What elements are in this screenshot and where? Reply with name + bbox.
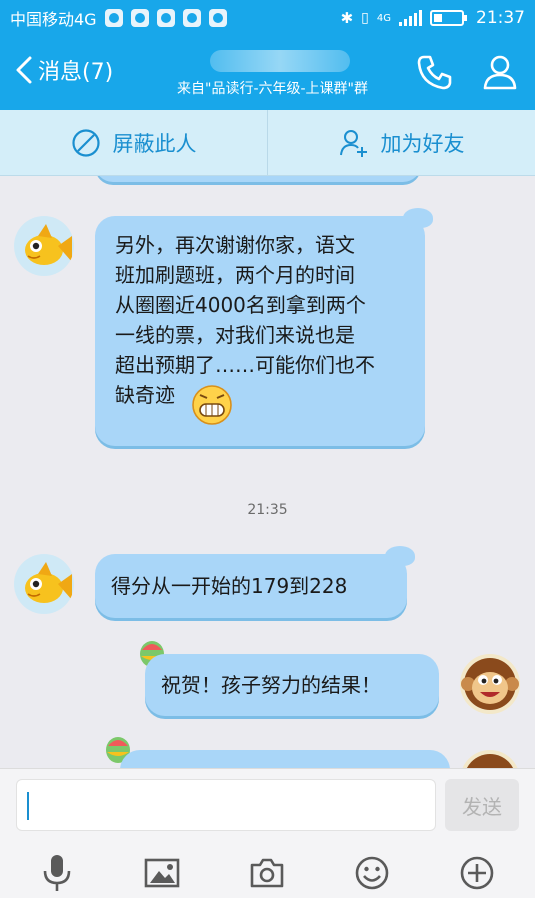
emoji-icon: [355, 856, 389, 890]
network-type-label: 4G: [376, 12, 391, 24]
input-bar: 发送: [0, 768, 535, 898]
vibrate-icon: ▯: [361, 10, 369, 26]
camera-button[interactable]: [245, 851, 289, 895]
fish-avatar-icon: [25, 562, 72, 603]
text-cursor: [27, 792, 29, 820]
call-button[interactable]: [414, 52, 454, 92]
sender-avatar[interactable]: [14, 216, 74, 276]
person-icon: [483, 55, 517, 90]
monkey-avatar-icon: [466, 754, 514, 768]
message-timestamp: 21:35: [247, 502, 288, 518]
fish-avatar-icon: [25, 224, 72, 265]
message-bubble[interactable]: 另外，再次谢谢你家，语文 班加刷题班，两个月的时间 从圈圈近4000名到拿到两个…: [95, 208, 433, 446]
profile-button[interactable]: [480, 52, 520, 92]
action-bar: 屏蔽此人 加为好友: [0, 110, 535, 176]
microphone-icon: [43, 855, 71, 891]
status-icons: ✱ ▯ 4G 21:37: [341, 8, 525, 28]
voice-button[interactable]: [35, 851, 79, 895]
grin-emoji-icon: [192, 385, 232, 425]
chat-title: [210, 50, 350, 72]
image-icon: [144, 858, 180, 888]
bubble-decoration: [403, 208, 433, 228]
block-user-button[interactable]: 屏蔽此人: [0, 110, 267, 175]
message-bubble-self[interactable]: [120, 750, 450, 768]
status-bar: 中国移动4G ✱ ▯ 4G 21:37: [0, 0, 535, 36]
notification-icon: [130, 9, 149, 27]
input-toolbar: [0, 849, 535, 898]
message-bubble-partial[interactable]: [95, 176, 421, 182]
add-friend-icon: [339, 129, 367, 157]
message-text: 祝贺！孩子努力的结果！: [161, 673, 381, 697]
chat-area[interactable]: 另外，再次谢谢你家，语文 班加刷题班，两个月的时间 从圈圈近4000名到拿到两个…: [0, 176, 535, 768]
message-text: 另外，再次谢谢你家，语文 班加刷题班，两个月的时间 从圈圈近4000名到拿到两个…: [115, 233, 375, 407]
carrier-label: 中国移动4G: [10, 10, 97, 29]
status-time: 21:37: [476, 8, 525, 28]
emoji-button[interactable]: [350, 851, 394, 895]
block-icon: [71, 128, 100, 157]
phone-icon: [417, 55, 452, 90]
message-input[interactable]: [16, 779, 436, 831]
camera-icon: [250, 858, 284, 888]
title-bar: 消息(7) 来自"品读行-六年级-上课群"群: [0, 36, 535, 110]
signal-icon: [399, 10, 422, 26]
notification-icon: [104, 9, 123, 27]
chat-subtitle: 来自"品读行-六年级-上课群"群: [177, 81, 368, 97]
notification-icon: [182, 9, 201, 27]
self-avatar[interactable]: [460, 750, 520, 768]
battery-icon: [430, 10, 467, 26]
self-avatar[interactable]: [460, 654, 520, 714]
block-user-label: 屏蔽此人: [112, 131, 197, 156]
sender-avatar[interactable]: [14, 554, 74, 614]
message-text: 得分从一开始的179到228: [111, 574, 348, 598]
message-bubble-self[interactable]: 祝贺！孩子努力的结果！: [145, 654, 439, 716]
send-button[interactable]: 发送: [445, 779, 519, 831]
add-friend-label: 加为好友: [380, 131, 465, 156]
message-bubble[interactable]: 得分从一开始的179到228: [95, 546, 415, 618]
notification-icon: [208, 9, 227, 27]
bluetooth-icon: ✱: [340, 9, 354, 27]
monkey-avatar-icon: [461, 658, 519, 710]
bubble-decoration: [385, 546, 415, 566]
more-button[interactable]: [455, 851, 499, 895]
plus-icon: [460, 856, 494, 890]
image-button[interactable]: [140, 851, 184, 895]
notification-icon: [156, 9, 175, 27]
add-friend-button[interactable]: 加为好友: [267, 110, 535, 175]
